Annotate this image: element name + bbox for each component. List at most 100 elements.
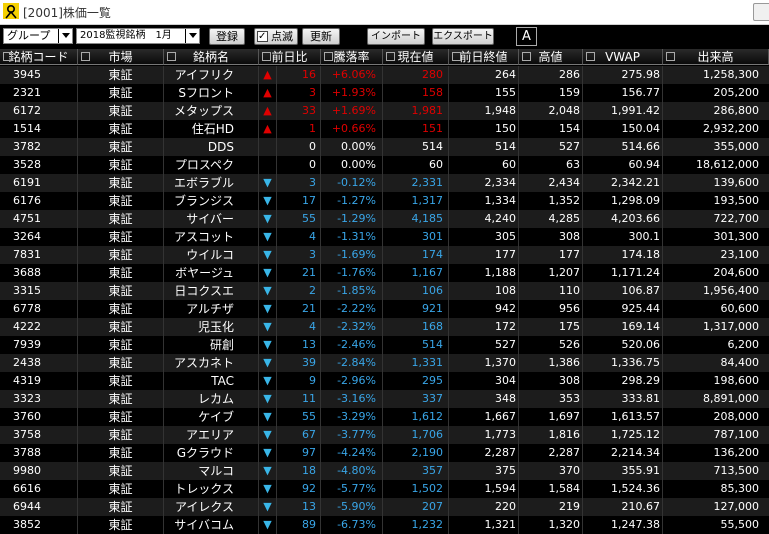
market-cell: 東証 bbox=[78, 372, 164, 390]
table-row[interactable]: 6616 東証 トレックス ▼ 92 -5.77% 1,502 1,594 1,584 1,524… bbox=[0, 480, 769, 498]
table-row[interactable]: 6191 東証 エボラブル ▼ 3 -0.12% 2,331 2,334 2,434 2,342.… bbox=[0, 174, 769, 192]
table-row[interactable]: 9980 東証 マルコ ▼ 18 -4.80% 357 375 370 355.91 713,500 bbox=[0, 462, 769, 480]
change-rate-cell: 0.00% bbox=[321, 138, 383, 156]
table-row[interactable]: 6944 東証 アイレクス ▼ 13 -5.90% 207 220 219 210.67 127,0… bbox=[0, 498, 769, 516]
register-button[interactable]: 登録 bbox=[209, 28, 245, 45]
change-rate-cell: -2.84% bbox=[321, 354, 383, 372]
title-bar: [2001]株価一覧 bbox=[0, 0, 769, 25]
volume-cell: 139,600 bbox=[713, 176, 760, 189]
table-row[interactable]: 3264 東証 アスコット ▼ 4 -1.31% 301 305 308 300.1 301,300 bbox=[0, 228, 769, 246]
column-header-rate[interactable]: 騰落率 bbox=[321, 49, 383, 65]
column-header-market[interactable]: 市場 bbox=[78, 49, 164, 65]
change-cell: 4 bbox=[277, 318, 321, 336]
market-cell: 東証 bbox=[78, 138, 164, 156]
change-cell: 18 bbox=[277, 462, 321, 480]
chevron-down-icon[interactable] bbox=[58, 29, 72, 43]
column-header-prev-close[interactable]: 前日終値 bbox=[449, 49, 519, 65]
checkbox-icon[interactable] bbox=[666, 52, 675, 61]
change-rate-cell: -5.90% bbox=[321, 498, 383, 516]
table-row[interactable]: 7831 東証 ウイルコ ▼ 3 -1.69% 174 177 177 174.18 23,100 bbox=[0, 246, 769, 264]
stock-name-cell: ボヤージュ bbox=[164, 264, 259, 282]
table-row[interactable]: 2438 東証 アスカネト ▼ 39 -2.84% 1,331 1,370 1,386 1,336… bbox=[0, 354, 769, 372]
table-row[interactable]: 3782 東証 DDS 0 0.00% 514 514 527 514.66 355,000 bbox=[0, 138, 769, 156]
table-row[interactable]: 3852 東証 サイバコム ▼ 89 -6.73% 1,232 1,321 1,320 1,247… bbox=[0, 516, 769, 534]
change-cell: 92 bbox=[277, 480, 321, 498]
stock-name-cell: 研創 bbox=[164, 336, 259, 354]
high-price-cell: 353 bbox=[519, 390, 583, 408]
checkbox-icon[interactable] bbox=[3, 52, 12, 61]
blink-checkbox[interactable]: 点滅 bbox=[254, 28, 298, 45]
stock-name-cell: トレックス bbox=[164, 480, 259, 498]
column-header-vwap[interactable]: VWAP bbox=[583, 49, 663, 65]
group-select[interactable]: グループ bbox=[3, 28, 73, 44]
watchlist-select[interactable]: 2018監視銘柄 1月 bbox=[76, 28, 200, 44]
minimize-button[interactable] bbox=[753, 3, 769, 21]
table-row[interactable]: 6176 東証 ブランジス ▼ 17 -1.27% 1,317 1,334 1,352 1,298… bbox=[0, 192, 769, 210]
table-row[interactable]: 3528 東証 プロスペク 0 0.00% 60 60 63 60.94 18,612,000 bbox=[0, 156, 769, 174]
chevron-down-icon[interactable] bbox=[185, 29, 199, 43]
column-header-high[interactable]: 高値 bbox=[519, 49, 583, 65]
checkbox-icon[interactable] bbox=[81, 52, 90, 61]
table-row[interactable]: 3760 東証 ケイブ ▼ 55 -3.29% 1,612 1,667 1,697 1,613.5… bbox=[0, 408, 769, 426]
column-header-name[interactable]: 銘柄名 bbox=[164, 49, 259, 65]
current-price-cell: 1,706 bbox=[383, 426, 449, 444]
table-row[interactable]: 3315 東証 日コクスエ ▼ 2 -1.85% 106 108 110 106.87 1,956,… bbox=[0, 282, 769, 300]
table-row[interactable]: 7939 東証 研創 ▼ 13 -2.46% 514 527 526 520.06 6,200 bbox=[0, 336, 769, 354]
table-row[interactable]: 3758 東証 アエリア ▼ 67 -3.77% 1,706 1,773 1,816 1,725.… bbox=[0, 426, 769, 444]
stock-table: 銘柄コード 市場 銘柄名 前日比 騰落率 現在値 前日終値 高値 VWAP 出来… bbox=[0, 49, 769, 534]
stock-code-cell: 6191 bbox=[0, 174, 78, 192]
market-cell: 東証 bbox=[78, 156, 164, 174]
stock-name-cell: メタップス bbox=[164, 102, 259, 120]
table-row[interactable]: 1514 東証 住石HD ▲ 1 +0.66% 151 150 154 150.04 2,932,2… bbox=[0, 120, 769, 138]
column-header-volume[interactable]: 出来高 bbox=[663, 49, 769, 65]
triangle-down-icon: ▼ bbox=[259, 300, 277, 318]
table-row[interactable]: 6172 東証 メタップス ▲ 33 +1.69% 1,981 1,948 2,048 1,991… bbox=[0, 102, 769, 120]
table-row[interactable]: 2321 東証 Sフロント ▲ 3 +1.93% 158 155 159 156.77 205,20… bbox=[0, 84, 769, 102]
table-row[interactable]: 6778 東証 アルチザ ▼ 21 -2.22% 921 942 956 925.44 60,600 bbox=[0, 300, 769, 318]
vwap-cell: 174.18 bbox=[583, 246, 663, 264]
volume-cell: 286,800 bbox=[713, 104, 760, 117]
high-price-cell: 956 bbox=[519, 300, 583, 318]
change-rate-cell: -5.77% bbox=[321, 480, 383, 498]
stock-name-cell: サイバー bbox=[164, 210, 259, 228]
stock-name-cell: 住石HD bbox=[164, 120, 259, 138]
stock-code-cell: 3528 bbox=[0, 156, 78, 174]
change-cell: 17 bbox=[277, 192, 321, 210]
column-header-change[interactable]: 前日比 bbox=[259, 49, 321, 65]
stock-code-cell: 2321 bbox=[0, 84, 78, 102]
stock-name-cell: ケイブ bbox=[164, 408, 259, 426]
table-row[interactable]: 4222 東証 児玉化 ▼ 4 -2.32% 168 172 175 169.14 1,317,00… bbox=[0, 318, 769, 336]
sort-checkbox-icon[interactable] bbox=[324, 52, 333, 61]
checkbox-icon[interactable] bbox=[167, 52, 176, 61]
vwap-cell: 300.1 bbox=[583, 228, 663, 246]
table-row[interactable]: 3688 東証 ボヤージュ ▼ 21 -1.76% 1,167 1,188 1,207 1,171… bbox=[0, 264, 769, 282]
table-row[interactable]: 4319 東証 TAC ▼ 9 -2.96% 295 304 308 298.29 198,600 bbox=[0, 372, 769, 390]
stock-name-cell: アイフリク bbox=[164, 66, 259, 84]
change-rate-cell: -1.31% bbox=[321, 228, 383, 246]
column-header-current[interactable]: 現在値 bbox=[383, 49, 449, 65]
checkbox-icon[interactable] bbox=[522, 52, 531, 61]
checkbox-checked-icon[interactable] bbox=[257, 29, 268, 44]
table-row[interactable]: 3788 東証 Gクラウド ▼ 97 -4.24% 2,190 2,287 2,287 2,214… bbox=[0, 444, 769, 462]
current-price-cell: 158 bbox=[383, 84, 449, 102]
table-row[interactable]: 3323 東証 レカム ▼ 11 -3.16% 337 348 353 333.81 8,891,0… bbox=[0, 390, 769, 408]
import-button[interactable]: インポート bbox=[367, 28, 425, 45]
table-row[interactable]: 3945 東証 アイフリク ▲ 16 +6.06% 280 264 286 275.98 1,258… bbox=[0, 66, 769, 84]
checkbox-icon[interactable] bbox=[452, 52, 461, 61]
volume-cell: 8,891,000 bbox=[703, 392, 759, 405]
table-row[interactable]: 4751 東証 サイバー ▼ 55 -1.29% 4,185 4,240 4,285 4,203.… bbox=[0, 210, 769, 228]
checkbox-icon[interactable] bbox=[262, 52, 271, 61]
market-cell: 東証 bbox=[78, 282, 164, 300]
checkbox-icon[interactable] bbox=[586, 52, 595, 61]
export-button[interactable]: エクスポート bbox=[432, 28, 494, 45]
prev-close-cell: 942 bbox=[449, 300, 519, 318]
stock-name-cell: TAC bbox=[164, 372, 259, 390]
update-button[interactable]: 更新 bbox=[302, 28, 340, 45]
high-price-cell: 177 bbox=[519, 246, 583, 264]
mode-indicator[interactable]: A bbox=[516, 27, 537, 46]
current-price-cell: 174 bbox=[383, 246, 449, 264]
high-price-cell: 308 bbox=[519, 372, 583, 390]
table-header: 銘柄コード 市場 銘柄名 前日比 騰落率 現在値 前日終値 高値 VWAP 出来… bbox=[0, 49, 769, 66]
checkbox-icon[interactable] bbox=[386, 52, 395, 61]
column-header-code[interactable]: 銘柄コード bbox=[0, 49, 78, 65]
